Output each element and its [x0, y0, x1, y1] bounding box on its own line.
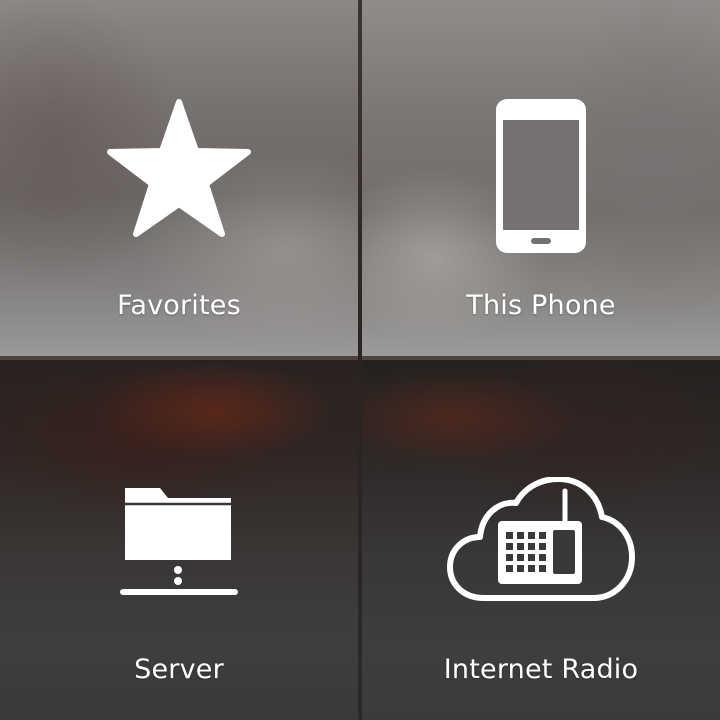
phone-icon-wrap — [362, 98, 720, 254]
phone-icon — [496, 99, 586, 253]
tile-favorites[interactable]: Favorites — [0, 0, 358, 356]
tile-server[interactable]: Server — [0, 360, 358, 720]
network-folder-icon — [120, 488, 238, 595]
star-icon — [107, 99, 251, 237]
tile-this-phone[interactable]: This Phone — [362, 0, 720, 356]
tile-label-internet-radio: Internet Radio — [443, 654, 639, 685]
favorites-icon-wrap — [0, 96, 358, 240]
cloud-radio-icon — [447, 477, 635, 601]
tile-internet-radio[interactable]: Internet Radio — [362, 360, 720, 720]
source-grid: Favorites This Phone Server Internet Rad… — [0, 0, 720, 720]
tile-label-this-phone: This Phone — [466, 290, 616, 321]
tile-label-server: Server — [134, 654, 224, 685]
radio-icon-wrap — [362, 477, 720, 607]
tile-label-favorites: Favorites — [117, 290, 241, 321]
server-icon-wrap — [0, 484, 358, 596]
